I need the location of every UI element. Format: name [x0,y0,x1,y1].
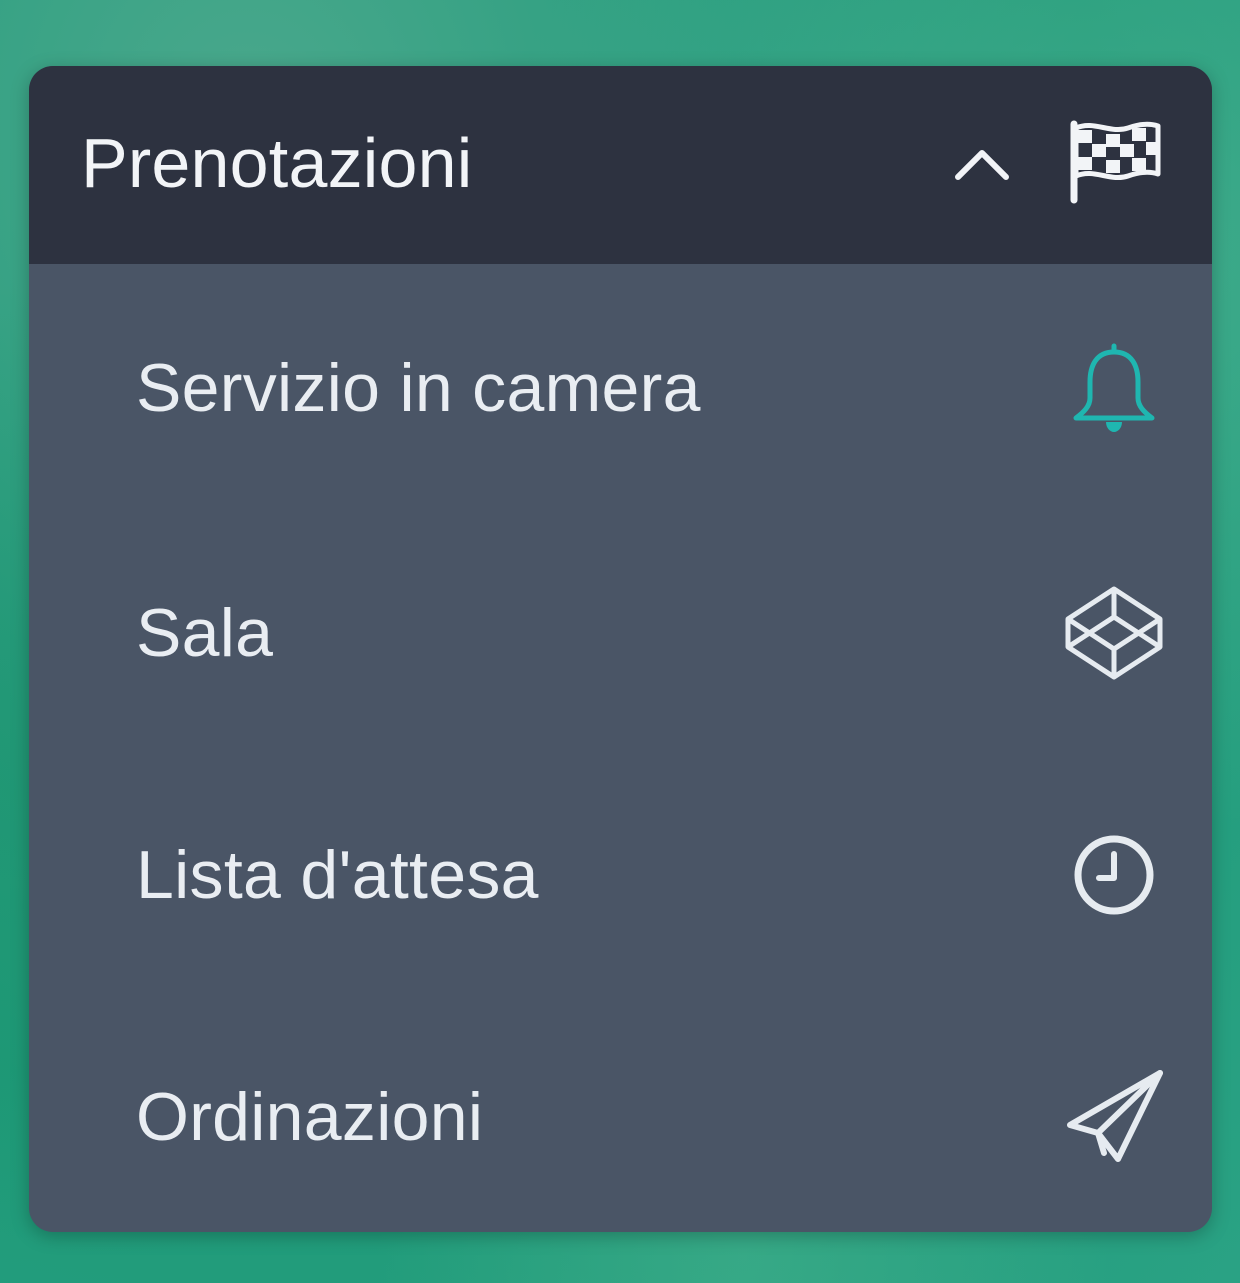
codepen-cube-icon [1064,583,1164,683]
menu-item-sala[interactable]: Sala [29,512,1212,754]
menu-item-servizio-in-camera[interactable]: Servizio in camera [29,264,1212,512]
menu-item-ordinazioni[interactable]: Ordinazioni [29,996,1212,1232]
menu-item-label: Servizio in camera [136,350,701,426]
menu-item-lista-d-attesa[interactable]: Lista d'attesa [29,754,1212,996]
menu-items-list: Servizio in camera Sala Lista d'attesa O… [29,264,1212,1232]
menu-item-label: Sala [136,595,274,671]
checkered-flag-icon[interactable] [1066,120,1164,204]
dropdown-menu-panel: Prenotazioni Servizio in camera Sala Lis… [29,66,1212,1232]
menu-title: Prenotazioni [81,124,473,202]
menu-item-label: Ordinazioni [136,1079,484,1155]
paper-plane-icon [1064,1067,1164,1167]
bell-icon [1064,338,1164,438]
menu-header[interactable]: Prenotazioni [29,66,1212,264]
menu-item-label: Lista d'attesa [136,837,539,913]
clock-icon [1064,825,1164,925]
chevron-up-icon[interactable] [950,133,1014,197]
